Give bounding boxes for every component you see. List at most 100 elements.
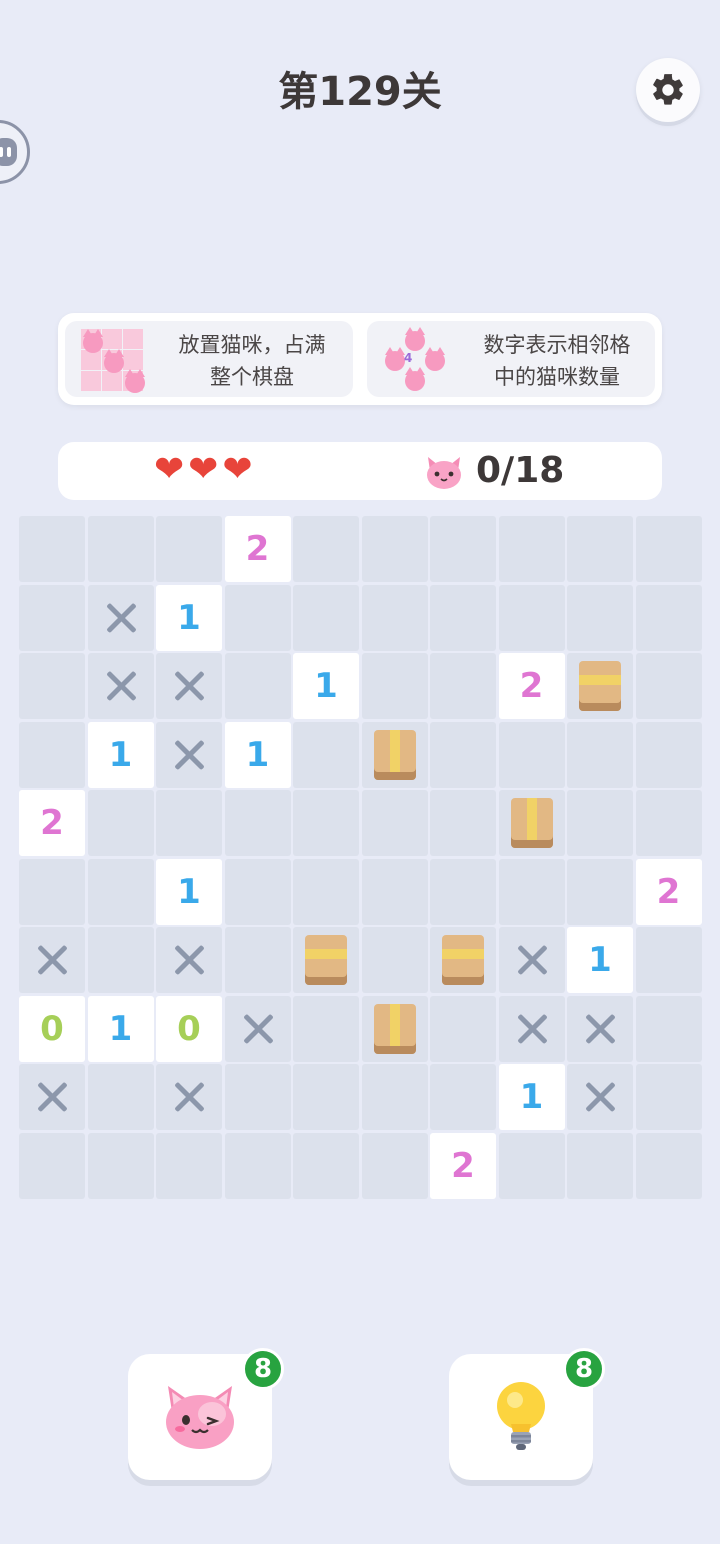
board-cell-empty[interactable] xyxy=(293,858,359,925)
board-cell-empty[interactable] xyxy=(567,858,633,925)
board-cell-empty[interactable] xyxy=(567,516,633,582)
floating-assistant-button[interactable] xyxy=(0,120,30,184)
board-cell-box[interactable] xyxy=(430,927,496,993)
board-cell-box[interactable] xyxy=(361,721,428,788)
board-cell-empty[interactable] xyxy=(224,1064,291,1130)
board-cell-empty[interactable] xyxy=(635,721,702,788)
board-cell-empty[interactable] xyxy=(430,584,496,651)
board-cell-empty[interactable] xyxy=(293,721,359,788)
board-cell-empty[interactable] xyxy=(430,516,496,582)
board-cell-clue[interactable]: 2 xyxy=(635,858,702,925)
board-cell-empty[interactable] xyxy=(87,927,154,993)
board-cell-clue[interactable]: 1 xyxy=(224,721,291,788)
board-cell-empty[interactable] xyxy=(430,858,496,925)
board-cell-box[interactable] xyxy=(293,927,359,993)
board-cell-clue[interactable]: 0 xyxy=(156,995,222,1062)
board-cell-empty[interactable] xyxy=(361,790,428,856)
board-cell-empty[interactable] xyxy=(635,1132,702,1199)
board-cell-empty[interactable] xyxy=(430,790,496,856)
board-cell-empty[interactable] xyxy=(224,584,291,651)
board-cell-empty[interactable] xyxy=(224,858,291,925)
place-cat-tool-button[interactable]: 8 xyxy=(128,1348,284,1480)
board-cell-crossed[interactable] xyxy=(498,995,565,1062)
board-cell-empty[interactable] xyxy=(156,790,222,856)
board-cell-box[interactable] xyxy=(361,995,428,1062)
board-cell-box[interactable] xyxy=(498,790,565,856)
board-cell-empty[interactable] xyxy=(293,584,359,651)
board-cell-empty[interactable] xyxy=(361,584,428,651)
board-cell-empty[interactable] xyxy=(498,858,565,925)
board-cell-clue[interactable]: 2 xyxy=(430,1132,496,1199)
board-cell-empty[interactable] xyxy=(498,1132,565,1199)
board-cell-crossed[interactable] xyxy=(567,995,633,1062)
board-cell-empty[interactable] xyxy=(224,653,291,719)
board-cell-empty[interactable] xyxy=(224,790,291,856)
board-cell-empty[interactable] xyxy=(87,1064,154,1130)
board-cell-empty[interactable] xyxy=(430,1064,496,1130)
board-cell-empty[interactable] xyxy=(635,516,702,582)
board-cell-empty[interactable] xyxy=(87,790,154,856)
board-cell-crossed[interactable] xyxy=(498,927,565,993)
board-cell-empty[interactable] xyxy=(361,927,428,993)
board-cell-empty[interactable] xyxy=(293,516,359,582)
board-cell-empty[interactable] xyxy=(361,1064,428,1130)
board-cell-empty[interactable] xyxy=(19,516,85,582)
board-cell-empty[interactable] xyxy=(361,653,428,719)
board-cell-empty[interactable] xyxy=(19,721,85,788)
board-cell-crossed[interactable] xyxy=(19,927,85,993)
board-cell-clue[interactable]: 2 xyxy=(498,653,565,719)
board-cell-crossed[interactable] xyxy=(87,584,154,651)
board-cell-empty[interactable] xyxy=(635,584,702,651)
board-cell-empty[interactable] xyxy=(156,1132,222,1199)
board-cell-clue[interactable]: 1 xyxy=(87,995,154,1062)
board-cell-empty[interactable] xyxy=(498,516,565,582)
board-cell-empty[interactable] xyxy=(430,653,496,719)
board-cell-empty[interactable] xyxy=(156,516,222,582)
board-cell-box[interactable] xyxy=(567,653,633,719)
board-cell-empty[interactable] xyxy=(635,790,702,856)
board-cell-empty[interactable] xyxy=(635,1064,702,1130)
board-cell-clue[interactable]: 1 xyxy=(156,584,222,651)
board-cell-empty[interactable] xyxy=(635,927,702,993)
board-cell-empty[interactable] xyxy=(430,995,496,1062)
settings-button[interactable] xyxy=(636,58,700,122)
board-cell-empty[interactable] xyxy=(361,1132,428,1199)
board-cell-empty[interactable] xyxy=(87,858,154,925)
board-cell-empty[interactable] xyxy=(87,1132,154,1199)
board-cell-empty[interactable] xyxy=(293,790,359,856)
board-cell-crossed[interactable] xyxy=(156,927,222,993)
board-cell-empty[interactable] xyxy=(567,790,633,856)
board-cell-empty[interactable] xyxy=(19,858,85,925)
board-cell-empty[interactable] xyxy=(293,995,359,1062)
board-cell-clue[interactable]: 1 xyxy=(567,927,633,993)
board-cell-crossed[interactable] xyxy=(156,721,222,788)
board-cell-empty[interactable] xyxy=(567,1132,633,1199)
board-cell-clue[interactable]: 2 xyxy=(19,790,85,856)
board-cell-clue[interactable]: 2 xyxy=(224,516,291,582)
board-cell-empty[interactable] xyxy=(361,858,428,925)
board-cell-crossed[interactable] xyxy=(87,653,154,719)
board-cell-empty[interactable] xyxy=(224,1132,291,1199)
board-cell-crossed[interactable] xyxy=(19,1064,85,1130)
board-cell-crossed[interactable] xyxy=(156,653,222,719)
board-cell-crossed[interactable] xyxy=(156,1064,222,1130)
board-cell-empty[interactable] xyxy=(293,1132,359,1199)
board-cell-empty[interactable] xyxy=(224,927,291,993)
board-cell-empty[interactable] xyxy=(498,584,565,651)
board-cell-empty[interactable] xyxy=(498,721,565,788)
board-cell-empty[interactable] xyxy=(19,1132,85,1199)
board-cell-empty[interactable] xyxy=(635,653,702,719)
board-cell-empty[interactable] xyxy=(19,584,85,651)
board-cell-clue[interactable]: 1 xyxy=(498,1064,565,1130)
board-cell-empty[interactable] xyxy=(19,653,85,719)
board-cell-empty[interactable] xyxy=(635,995,702,1062)
board-cell-crossed[interactable] xyxy=(224,995,291,1062)
board-cell-empty[interactable] xyxy=(567,721,633,788)
board-cell-empty[interactable] xyxy=(567,584,633,651)
board-cell-clue[interactable]: 1 xyxy=(156,858,222,925)
board-cell-empty[interactable] xyxy=(87,516,154,582)
hint-tool-button[interactable]: 8 xyxy=(449,1348,605,1480)
board-cell-empty[interactable] xyxy=(361,516,428,582)
board-cell-clue[interactable]: 1 xyxy=(293,653,359,719)
board-cell-clue[interactable]: 1 xyxy=(87,721,154,788)
